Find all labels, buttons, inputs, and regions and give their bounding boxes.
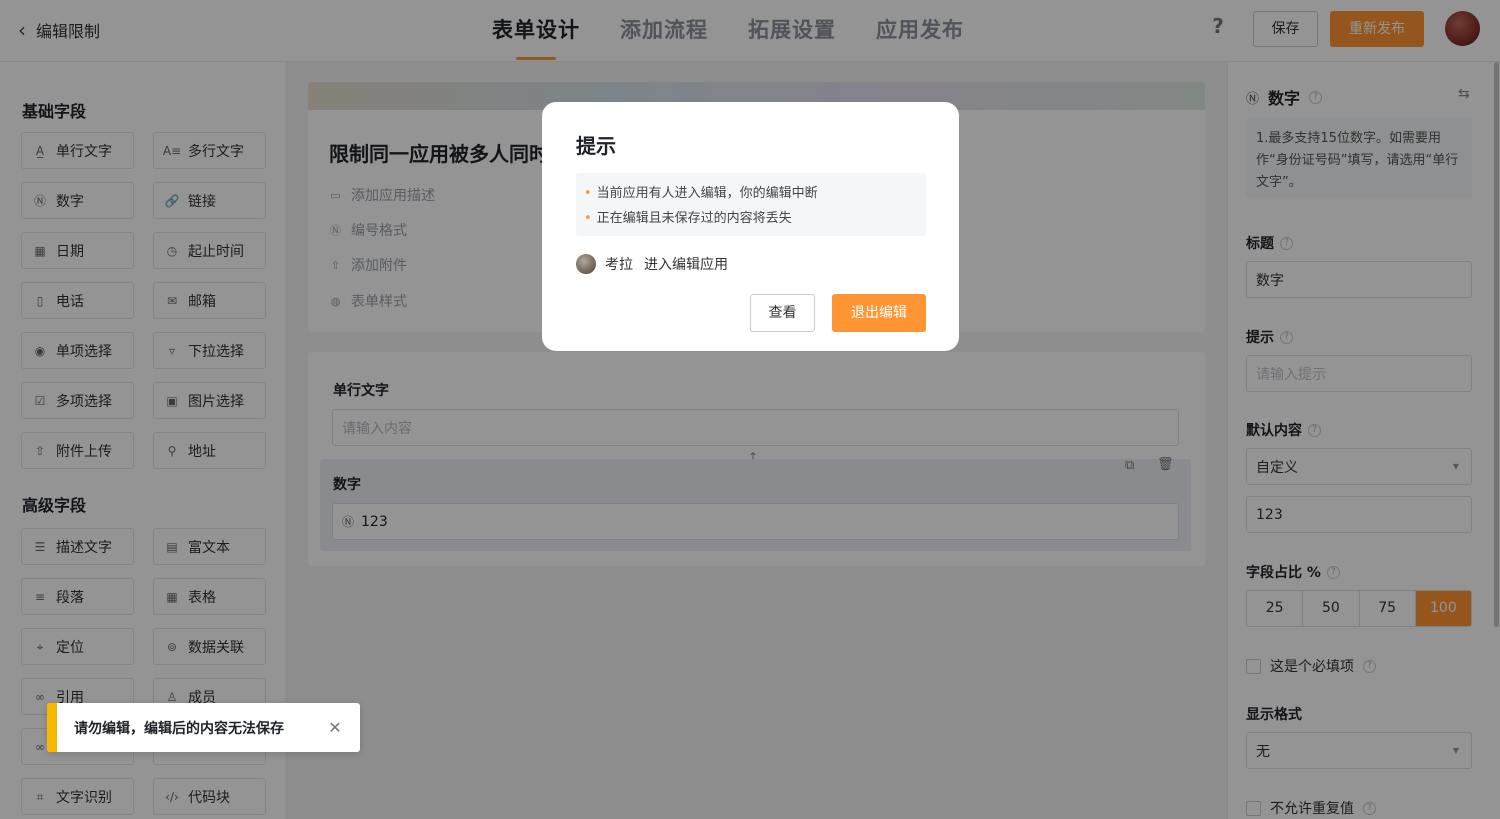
dialog-title: 提示 bbox=[576, 134, 616, 158]
bullet-icon: • bbox=[584, 186, 592, 201]
user-avatar bbox=[576, 254, 596, 274]
user-action: 进入编辑应用 bbox=[644, 257, 728, 273]
dialog-message-item: • 正在编辑且未保存过的内容将丢失 bbox=[584, 206, 918, 231]
view-button[interactable]: 查看 bbox=[750, 294, 815, 332]
user-name: 考拉 bbox=[605, 257, 633, 273]
toast-message: 请勿编辑，编辑后的内容无法保存 bbox=[74, 720, 284, 737]
warning-toast: 请勿编辑，编辑后的内容无法保存 ✕ bbox=[47, 703, 360, 752]
dialog-message-item: • 当前应用有人进入编辑，你的编辑中断 bbox=[584, 181, 918, 206]
dialog-message-list: • 当前应用有人进入编辑，你的编辑中断 • 正在编辑且未保存过的内容将丢失 bbox=[576, 173, 926, 236]
bullet-icon: • bbox=[584, 211, 592, 226]
message-text: 正在编辑且未保存过的内容将丢失 bbox=[596, 211, 792, 226]
exit-edit-button[interactable]: 退出编辑 bbox=[832, 294, 926, 332]
toast-accent bbox=[47, 703, 57, 752]
message-text: 当前应用有人进入编辑，你的编辑中断 bbox=[596, 186, 818, 201]
close-icon[interactable]: ✕ bbox=[325, 718, 345, 737]
edit-conflict-dialog: 提示 • 当前应用有人进入编辑，你的编辑中断 • 正在编辑且未保存过的内容将丢失 考… bbox=[542, 102, 959, 351]
editing-user: 考拉 进入编辑应用 bbox=[576, 254, 728, 274]
